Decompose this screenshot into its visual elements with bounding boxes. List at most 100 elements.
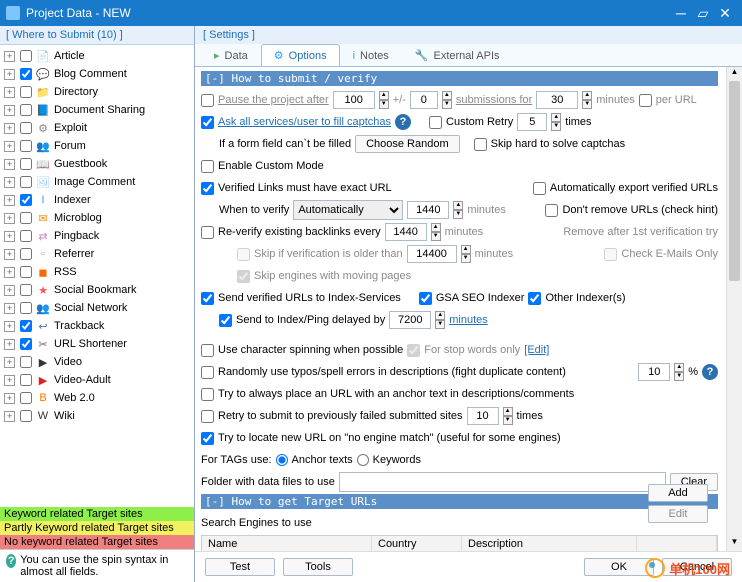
expand-icon[interactable]: +: [4, 69, 15, 80]
pause-count-input[interactable]: [333, 91, 375, 109]
engine-checkbox[interactable]: [20, 104, 32, 116]
retry-failed-input[interactable]: [467, 407, 499, 425]
sidebar-item-video-adult[interactable]: +▶Video-Adult: [0, 371, 194, 389]
sidebar-item-blog-comment[interactable]: +💬Blog Comment: [0, 65, 194, 83]
ask-captcha-label[interactable]: Ask all services/user to fill captchas: [218, 116, 391, 128]
pause-project-checkbox[interactable]: [201, 94, 214, 107]
help-icon[interactable]: ?: [6, 554, 16, 568]
engine-checkbox[interactable]: [20, 374, 32, 386]
other-indexer-checkbox[interactable]: [528, 292, 541, 305]
engine-tree[interactable]: +📄Article+💬Blog Comment+📁Directory+📘Docu…: [0, 45, 194, 507]
skip-hard-checkbox[interactable]: [474, 138, 487, 151]
send-index-checkbox[interactable]: [201, 292, 214, 305]
send-delayed-checkbox[interactable]: [219, 314, 232, 327]
engine-checkbox[interactable]: [20, 50, 32, 62]
help-icon[interactable]: ?: [702, 364, 718, 380]
engine-checkbox[interactable]: [20, 68, 32, 80]
maximize-button[interactable]: ▱: [692, 5, 714, 22]
expand-icon[interactable]: +: [4, 375, 15, 386]
tools-button[interactable]: Tools: [283, 558, 353, 576]
skip-older-spinner[interactable]: ▲▼: [461, 245, 471, 263]
tab-options[interactable]: ⚙Options: [261, 44, 340, 66]
engine-checkbox[interactable]: [20, 302, 32, 314]
delay-input[interactable]: [389, 311, 431, 329]
sidebar-item-wiki[interactable]: +WWiki: [0, 407, 194, 425]
sidebar-item-article[interactable]: +📄Article: [0, 47, 194, 65]
engine-checkbox[interactable]: [20, 248, 32, 260]
retry-spinner[interactable]: ▲▼: [551, 113, 561, 131]
sidebar-item-url-shortener[interactable]: +✂URL Shortener: [0, 335, 194, 353]
engine-checkbox[interactable]: [20, 158, 32, 170]
engine-checkbox[interactable]: [20, 284, 32, 296]
when-verify-input[interactable]: [407, 201, 449, 219]
sidebar-item-exploit[interactable]: +⚙Exploit: [0, 119, 194, 137]
expand-icon[interactable]: +: [4, 123, 15, 134]
reverify-spinner[interactable]: ▲▼: [431, 223, 441, 241]
anchor-texts-radio[interactable]: [276, 454, 288, 466]
expand-icon[interactable]: +: [4, 177, 15, 188]
expand-icon[interactable]: +: [4, 411, 15, 422]
expand-icon[interactable]: +: [4, 231, 15, 242]
engine-checkbox[interactable]: [20, 230, 32, 242]
scroll-thumb[interactable]: [729, 81, 740, 281]
sidebar-item-directory[interactable]: +📁Directory: [0, 83, 194, 101]
tab-notes[interactable]: iNotes: [340, 44, 402, 66]
sidebar-item-image-comment[interactable]: +🖼Image Comment: [0, 173, 194, 191]
engine-checkbox[interactable]: [20, 338, 32, 350]
sidebar-item-pingback[interactable]: +⇄Pingback: [0, 227, 194, 245]
close-button[interactable]: ✕: [714, 5, 736, 22]
typos-spinner[interactable]: ▲▼: [674, 363, 684, 381]
sidebar-item-forum[interactable]: +👥Forum: [0, 137, 194, 155]
sidebar-item-web-2-0[interactable]: +BWeb 2.0: [0, 389, 194, 407]
expand-icon[interactable]: +: [4, 195, 15, 206]
pm-spinner[interactable]: ▲▼: [442, 91, 452, 109]
scroll-down-icon[interactable]: ▼: [727, 537, 742, 551]
minimize-button[interactable]: ─: [670, 5, 692, 21]
engine-checkbox[interactable]: [20, 356, 32, 368]
engine-checkbox[interactable]: [20, 122, 32, 134]
scroll-up-icon[interactable]: ▲: [727, 67, 742, 81]
expand-icon[interactable]: +: [4, 321, 15, 332]
add-button[interactable]: Add: [648, 484, 708, 502]
expand-icon[interactable]: +: [4, 87, 15, 98]
section-target-urls[interactable]: [-] How to get Target URLs: [201, 494, 718, 509]
section-submit-verify[interactable]: [-] How to submit / verify: [201, 71, 718, 86]
engine-checkbox[interactable]: [20, 410, 32, 422]
engine-checkbox[interactable]: [20, 194, 32, 206]
anchor-text-checkbox[interactable]: [201, 388, 214, 401]
expand-icon[interactable]: +: [4, 213, 15, 224]
expand-icon[interactable]: +: [4, 51, 15, 62]
subs-spinner[interactable]: ▲▼: [582, 91, 592, 109]
sidebar-item-video[interactable]: +▶Video: [0, 353, 194, 371]
custom-retry-checkbox[interactable]: [429, 116, 442, 129]
enable-custom-checkbox[interactable]: [201, 160, 214, 173]
expand-icon[interactable]: +: [4, 159, 15, 170]
expand-icon[interactable]: +: [4, 141, 15, 152]
subs-for-input[interactable]: [536, 91, 578, 109]
pm-input[interactable]: [410, 91, 438, 109]
retry-failed-spinner[interactable]: ▲▼: [503, 407, 513, 425]
expand-icon[interactable]: +: [4, 249, 15, 260]
scrollbar[interactable]: ▲ ▼: [726, 67, 742, 551]
expand-icon[interactable]: +: [4, 393, 15, 404]
sidebar-item-indexer[interactable]: +IIndexer: [0, 191, 194, 209]
typos-checkbox[interactable]: [201, 366, 214, 379]
expand-icon[interactable]: +: [4, 357, 15, 368]
dont-remove-checkbox[interactable]: [545, 204, 558, 217]
gsa-indexer-checkbox[interactable]: [419, 292, 432, 305]
edit-button[interactable]: Edit: [648, 505, 708, 523]
locate-new-checkbox[interactable]: [201, 432, 214, 445]
sidebar-item-trackback[interactable]: +↩Trackback: [0, 317, 194, 335]
engine-checkbox[interactable]: [20, 320, 32, 332]
help-icon[interactable]: ?: [395, 114, 411, 130]
ask-captcha-checkbox[interactable]: [201, 116, 214, 129]
retry-failed-checkbox[interactable]: [201, 410, 214, 423]
expand-icon[interactable]: +: [4, 339, 15, 350]
typos-input[interactable]: [638, 363, 670, 381]
engine-checkbox[interactable]: [20, 86, 32, 98]
sidebar-item-social-bookmark[interactable]: +★Social Bookmark: [0, 281, 194, 299]
char-spin-checkbox[interactable]: [201, 344, 214, 357]
keywords-radio[interactable]: [357, 454, 369, 466]
pause-project-label[interactable]: Pause the project after: [218, 94, 329, 106]
choose-random-button[interactable]: Choose Random: [355, 135, 460, 153]
